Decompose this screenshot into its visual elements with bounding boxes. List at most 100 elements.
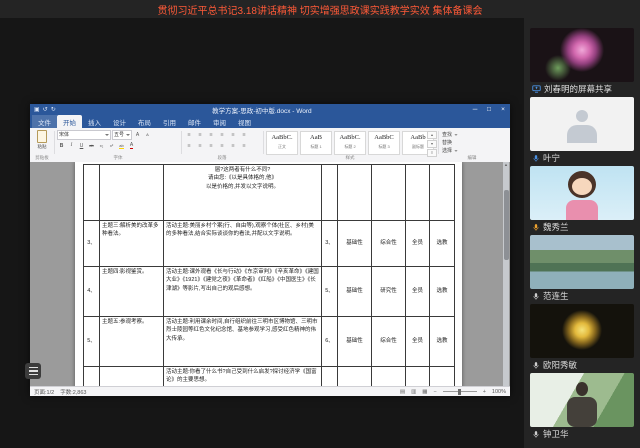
table-cell [322, 367, 338, 388]
document-page[interactable]: 届?这两者有什么不同? 请由您:《以是具体格的,他》 以是价格的,并发以文字说明… [75, 162, 462, 387]
paste-button[interactable]: 粘贴 [32, 130, 52, 150]
line-spacing-icon[interactable] [228, 142, 238, 150]
multilevel-list-icon[interactable] [206, 131, 216, 139]
participant-tile[interactable]: 叶宁 [530, 97, 634, 165]
table-cell [430, 165, 455, 221]
table-cell: 全员 [406, 267, 430, 317]
tab-view[interactable]: 视图 [232, 115, 257, 128]
styles-gallery-arrows [427, 131, 437, 157]
group-label-styles: 样式 [266, 155, 434, 161]
vertical-scrollbar[interactable]: ▲ [503, 162, 509, 387]
gallery-up-icon[interactable] [427, 131, 437, 139]
strikethrough-icon[interactable] [87, 142, 96, 150]
read-mode-icon[interactable] [400, 389, 405, 395]
sort-icon[interactable] [239, 131, 249, 139]
table-cell: 选教 [430, 317, 455, 367]
mic-icon [532, 292, 540, 301]
font-size-select[interactable]: 五号 [112, 130, 132, 140]
table-row: 活动主题:你看了什么书?自己受到什么启发?探讨经济学《国富论》的主要思想。 [84, 367, 455, 388]
shrink-font-icon[interactable]: A [143, 131, 152, 139]
table-cell [372, 367, 406, 388]
table-cell: 4、 [84, 267, 100, 317]
minimize-button[interactable] [468, 104, 482, 116]
shared-screen-area: 教学方案-思政-初中版.docx - Word 文件 开始 插入 设计 布局 引… [0, 18, 524, 448]
style-chip[interactable]: AaB 标题 1 [300, 131, 332, 155]
tab-file[interactable]: 文件 [32, 115, 57, 128]
participant-name: 范连生 [543, 290, 569, 302]
scroll-up-icon[interactable]: ▲ [503, 162, 509, 168]
print-layout-icon[interactable] [411, 389, 416, 395]
avatar [572, 178, 592, 195]
participant-tile[interactable]: 刘春明的屏幕共享 [530, 28, 634, 96]
participant-tile[interactable]: 魏秀兰 [530, 166, 634, 234]
table-cell: 综合性 [372, 221, 406, 267]
shading-icon[interactable] [239, 142, 249, 150]
scrollbar-thumb[interactable] [504, 190, 509, 260]
tab-references[interactable]: 引用 [157, 115, 182, 128]
window-controls [468, 104, 510, 116]
tab-design[interactable]: 设计 [107, 115, 132, 128]
participant-tile[interactable]: 范连生 [530, 235, 634, 303]
align-left-icon[interactable] [184, 142, 194, 150]
table-cell: 活动主题:你看了什么书?自己受到什么启发?探讨经济学《国富论》的主要思想。 [164, 367, 322, 388]
table-cell: 研究性 [372, 267, 406, 317]
grow-font-icon[interactable]: A [133, 131, 142, 139]
select-button[interactable]: 选择 [442, 147, 458, 154]
participant-tile[interactable]: 欧阳秀敏 [530, 304, 634, 372]
table-cell: 届?这两者有什么不同? 请由您:《以是具体格的,他》 以是价格的,并发以文字说明… [164, 165, 322, 221]
table-cell: 主题三:解析美的改革多种看法。 [100, 221, 164, 267]
tab-review[interactable]: 审阅 [207, 115, 232, 128]
justify-icon[interactable] [217, 142, 227, 150]
numbering-icon[interactable] [195, 131, 205, 139]
zoom-slider-thumb[interactable] [458, 389, 461, 395]
table-cell: 3、 [322, 221, 338, 267]
tab-insert[interactable]: 插入 [82, 115, 107, 128]
table-cell: 3、 [84, 221, 100, 267]
superscript-icon[interactable] [107, 142, 116, 150]
style-chip[interactable]: AaBbC. 标题 2 [334, 131, 366, 155]
find-button[interactable]: 查找 [442, 131, 458, 138]
group-label-paragraph: 段落 [184, 155, 260, 161]
subscript-icon[interactable] [97, 142, 106, 150]
gallery-down-icon[interactable] [427, 140, 437, 148]
style-chip[interactable]: AaBbC. 正文 [266, 131, 298, 155]
table-cell [406, 165, 430, 221]
tab-layout[interactable]: 布局 [132, 115, 157, 128]
participant-tile[interactable]: 钟卫华 [530, 373, 634, 441]
group-label-editing: 编辑 [442, 155, 502, 161]
style-chip[interactable]: AaBbC 标题 3 [368, 131, 400, 155]
table-cell: 6、 [322, 317, 338, 367]
participant-video [530, 373, 634, 427]
bullets-icon[interactable] [184, 131, 194, 139]
table-cell: 选教 [430, 267, 455, 317]
tab-mailings[interactable]: 邮件 [182, 115, 207, 128]
increase-indent-icon[interactable] [228, 131, 238, 139]
decrease-indent-icon[interactable] [217, 131, 227, 139]
close-button[interactable] [496, 104, 510, 116]
styles-gallery: AaBbC. 正文 AaB 标题 1 AaBbC. 标题 2 AaBbC 标题 … [266, 131, 434, 155]
replace-button[interactable]: 替换 [442, 139, 458, 146]
bold-icon[interactable] [57, 142, 66, 150]
font-name-select[interactable]: 宋体 [57, 130, 111, 140]
toolbar-toggle-button[interactable] [25, 363, 41, 379]
web-layout-icon[interactable] [422, 389, 427, 395]
underline-icon[interactable] [77, 142, 86, 150]
italic-icon[interactable] [67, 142, 76, 150]
highlight-color-icon[interactable] [117, 142, 126, 150]
word-count: 字数:2,863 [60, 388, 86, 396]
table-cell: 主题四:影视鉴赏。 [100, 267, 164, 317]
font-color-icon[interactable] [127, 142, 136, 150]
zoom-slider[interactable] [443, 391, 477, 392]
maximize-button[interactable] [482, 104, 496, 116]
align-center-icon[interactable] [195, 142, 205, 150]
avatar [566, 200, 598, 220]
zoom-in-icon[interactable] [483, 389, 486, 395]
table-row: 4、 主题四:影视鉴赏。 活动主题:课外观看《长与行动》《东京审判》《辛亥革命》… [84, 267, 455, 317]
table-cell [372, 165, 406, 221]
participant-video [530, 304, 634, 358]
table-cell [84, 367, 100, 388]
zoom-out-icon[interactable] [433, 389, 436, 395]
tab-home[interactable]: 开始 [57, 115, 82, 128]
table-cell: 全员 [406, 221, 430, 267]
align-right-icon[interactable] [206, 142, 216, 150]
